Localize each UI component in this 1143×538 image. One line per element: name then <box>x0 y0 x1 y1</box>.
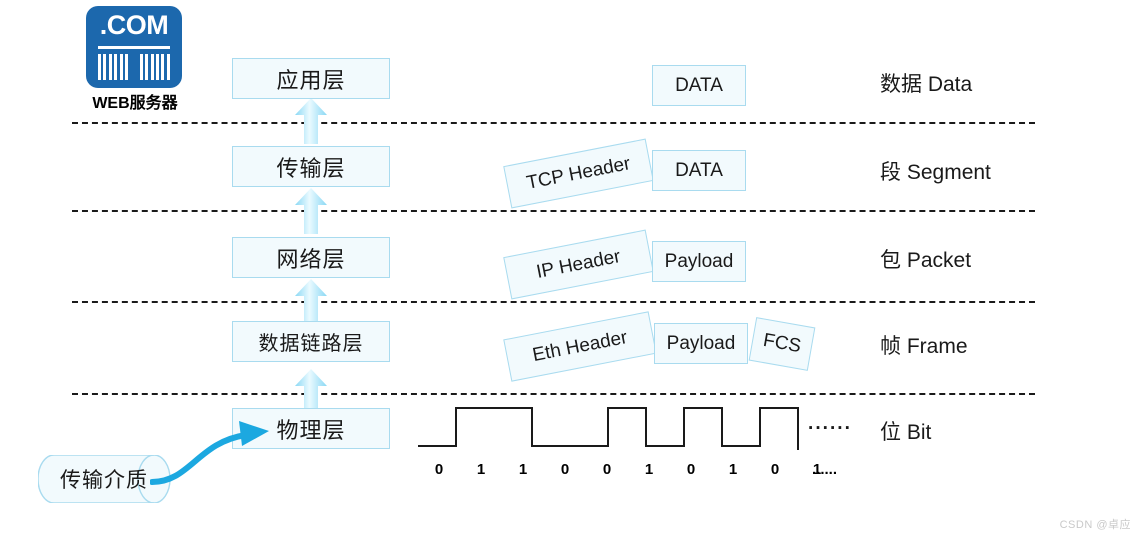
flow-arrow-network <box>291 279 331 325</box>
layer-box-transport[interactable]: 传输层 <box>232 146 390 187</box>
unit-label-segment: 段 Segment <box>880 161 991 184</box>
bit-value: 0 <box>434 461 444 478</box>
layer-box-application[interactable]: 应用层 <box>232 58 390 99</box>
separator-transport-network <box>72 210 1035 212</box>
medium-to-physical-arrow <box>149 418 295 498</box>
bit-value: 0 <box>602 461 612 478</box>
pdu-network-ip-header[interactable]: IP Header <box>503 229 654 300</box>
flow-arrow-app <box>291 98 331 144</box>
separator-network-datalink <box>72 301 1035 303</box>
logo-divider <box>98 46 170 49</box>
unit-label-frame: 帧 Frame <box>880 335 968 358</box>
pdu-datalink-fcs[interactable]: FCS <box>748 317 816 371</box>
bit-value: 1 <box>644 461 654 478</box>
bit-waveform <box>418 404 810 457</box>
pdu-datalink-payload[interactable]: Payload <box>654 323 748 364</box>
web-server-caption: WEB服务器 <box>92 95 178 112</box>
bit-value: 0 <box>770 461 780 478</box>
logo-com-text: .COM <box>99 10 169 40</box>
pdu-network-payload[interactable]: Payload <box>652 241 746 282</box>
logo-barcode-bars <box>98 54 170 80</box>
bit-value: 1 <box>728 461 738 478</box>
bit-sequence-ellipsis: ...... <box>812 461 838 478</box>
layer-box-network[interactable]: 网络层 <box>232 237 390 278</box>
bit-value: 1 <box>476 461 486 478</box>
diagram-canvas: .COM WEB服务器 应用层 传输层 网络层 数据链路层 物理层 DATA T… <box>0 0 1143 538</box>
waveform-ellipsis: ······ <box>808 418 852 439</box>
bit-value: 0 <box>686 461 696 478</box>
unit-label-packet: 包 Packet <box>880 249 972 272</box>
pdu-transport-data[interactable]: DATA <box>652 150 746 191</box>
unit-label-bit: 位 Bit <box>880 421 932 444</box>
pdu-application-data[interactable]: DATA <box>652 65 746 106</box>
separator-datalink-physical <box>72 393 1035 395</box>
bit-sequence: 0 1 1 0 0 1 0 1 0 1 <box>418 461 838 478</box>
flow-arrow-transport <box>291 188 331 234</box>
dot-com-barcode-icon: .COM <box>86 6 182 88</box>
unit-label-data: 数据 Data <box>880 73 973 96</box>
layer-box-datalink[interactable]: 数据链路层 <box>232 321 390 362</box>
pdu-transport-tcp-header[interactable]: TCP Header <box>503 138 654 209</box>
bit-value: 1 <box>518 461 528 478</box>
pdu-datalink-eth-header[interactable]: Eth Header <box>503 311 657 382</box>
watermark: CSDN @卓应 <box>1059 519 1131 531</box>
separator-app-transport <box>72 122 1035 124</box>
bit-value: 0 <box>560 461 570 478</box>
